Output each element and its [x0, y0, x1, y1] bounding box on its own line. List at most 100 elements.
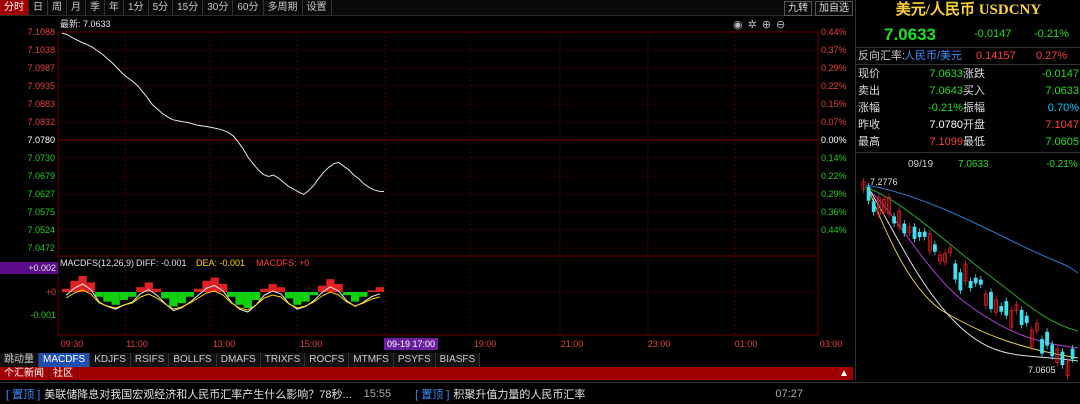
quote-table: 现价 7.0633 涨跌 -0.0147 卖出 7.0643 买入 7.0633 涨幅 -0.21…: [856, 64, 1080, 154]
price-tick-label: 7.0472: [27, 243, 55, 253]
jiuzhuan-button[interactable]: 九转: [784, 1, 812, 16]
time-tick-label: 03:00: [820, 339, 843, 349]
tab-period-10[interactable]: 60分: [233, 0, 264, 15]
pct-tick-label: 0.00%: [821, 135, 847, 145]
candle-body: [953, 263, 958, 280]
tab-period-9[interactable]: 30分: [203, 0, 234, 15]
pct-tick-label: 0.36%: [821, 207, 847, 217]
time-tick-label: 01:00: [735, 339, 758, 349]
macd-bar: [243, 292, 252, 308]
time-tick-label: 21:00: [561, 339, 584, 349]
candle-body: [892, 216, 896, 224]
indicator-tab-9[interactable]: PSYFS: [393, 353, 436, 367]
price-tick-label: 7.0575: [27, 207, 55, 217]
price-tick-label: 7.0832: [27, 117, 55, 127]
indicator-tab-7[interactable]: ROCFS: [305, 353, 350, 367]
quote-value: 7.0605: [1045, 136, 1079, 148]
pin-tag: [ 置顶 ]: [6, 388, 41, 401]
tab-community[interactable]: 社区: [49, 367, 78, 380]
indicator-tab-8[interactable]: MTMFS: [349, 353, 394, 367]
candle-body: [1024, 315, 1029, 324]
indicator-tab-2[interactable]: KDJFS: [90, 353, 131, 367]
tab-period-5[interactable]: 年: [105, 0, 124, 15]
macd-bar: [342, 292, 351, 296]
tab-period-6[interactable]: 1分: [124, 0, 149, 15]
mini-pct: -0.21%: [1046, 159, 1078, 170]
quote-value: 7.0643: [929, 85, 963, 97]
time-tick-label: 11:00: [126, 339, 148, 349]
indicator-tab-10[interactable]: BIASFS: [435, 353, 481, 367]
macd-bar: [326, 279, 335, 292]
quote-label: 昨收: [858, 119, 880, 131]
tab-period-2[interactable]: 周: [48, 0, 67, 15]
indicator-tab-4[interactable]: BOLLFS: [169, 353, 217, 367]
candle-body: [922, 231, 927, 237]
quote-label: 最低: [963, 136, 985, 148]
macd-bar: [276, 287, 285, 292]
candle-body: [1060, 351, 1065, 366]
news-time-1: 15:55: [363, 387, 392, 400]
price-tick-label: 7.0627: [27, 189, 55, 199]
macd-bar: [351, 292, 360, 302]
quote-row: 卖出 7.0643 买入 7.0633: [856, 83, 1080, 100]
time-tick-label: 13:00: [213, 339, 236, 349]
pct-tick-label: 0.44%: [821, 27, 847, 37]
news-item-2[interactable]: 积聚升值力量的人民币汇率: [453, 386, 585, 402]
indicator-tab-3[interactable]: RSIFS: [130, 353, 170, 367]
indicator-tab-6[interactable]: TRIXFS: [260, 353, 306, 367]
price-change: -0.0147: [974, 28, 1012, 40]
candle-body: [1045, 331, 1050, 346]
reverse-pair-link[interactable]: 人民币/美元: [904, 48, 962, 65]
mini-low-label: 7.0605: [1028, 365, 1056, 375]
ma-line-green: [865, 186, 1079, 332]
quote-label: 最高: [858, 136, 880, 148]
pair-title: 美元/人民币 USDCNY: [895, 2, 1042, 18]
pct-tick-label: 0.07%: [821, 117, 847, 127]
tab-period-3[interactable]: 月: [67, 0, 86, 15]
macd-bar: [367, 290, 376, 292]
tab-period-1[interactable]: 日: [29, 0, 48, 15]
news-bar: 个汇新闻 社区 ▲: [0, 367, 853, 380]
tab-period-7[interactable]: 5分: [149, 0, 174, 15]
quote-value: -0.21%: [928, 102, 963, 114]
candle-body: [1040, 339, 1044, 354]
macd-bar: [301, 292, 310, 302]
tab-period-11[interactable]: 多周期: [264, 0, 303, 15]
candle-body: [999, 306, 1004, 312]
collapse-arrow-icon[interactable]: ▲: [835, 367, 853, 380]
candle-body: [866, 186, 871, 201]
candle-body: [1050, 344, 1055, 357]
indicator-tab-5[interactable]: DMAFS: [216, 353, 261, 367]
mini-candle-chart[interactable]: 7.2776 7.0605: [856, 173, 1080, 381]
time-tick-label: 23:00: [648, 339, 671, 349]
quote-row: 昨收 7.0780 开盘 7.1047: [856, 117, 1080, 134]
current-price: 7.0633: [884, 25, 936, 44]
tab-period-12[interactable]: 设置: [303, 0, 332, 15]
price-tick-label: 7.1088: [27, 27, 55, 37]
tab-forex-news[interactable]: 个汇新闻: [0, 367, 49, 380]
indicator-tab-0[interactable]: 跳动量: [0, 353, 39, 367]
intraday-chart[interactable]: 7.1088 7.1038 7.0987 7.0935 7.0883 7.0832 7.07…: [0, 16, 853, 352]
indicator-tabs: 跳动量 MACDFS KDJFS RSIFS BOLLFS DMAFS TRIXFS ROCF…: [0, 353, 853, 367]
candle-body: [912, 226, 917, 239]
reverse-rate-label: 反向汇率:: [858, 50, 906, 62]
tab-period-0[interactable]: 分时: [0, 0, 29, 15]
macd-bar: [251, 292, 261, 300]
time-tick-label: 19:00: [474, 339, 497, 349]
indicator-tab-1[interactable]: MACDFS: [39, 353, 91, 367]
macd-bar: [210, 277, 219, 292]
macd-bar: [185, 292, 195, 297]
quote-label: 涨幅: [858, 102, 880, 114]
pct-tick-label: 0.37%: [821, 45, 847, 55]
chart-frame: [57, 31, 819, 336]
add-watchlist-button[interactable]: 加自选: [815, 1, 853, 16]
candle-body: [1019, 309, 1024, 325]
time-tick-label: 15:00: [300, 339, 323, 349]
candle-body: [1004, 301, 1009, 316]
macd-bar: [169, 292, 178, 307]
tab-period-4[interactable]: 季: [86, 0, 105, 15]
quote-value: 7.0633: [929, 68, 963, 80]
quote-value: -0.0147: [1041, 68, 1079, 80]
tab-period-8[interactable]: 15分: [173, 0, 204, 15]
news-item-1[interactable]: 美联储降息对我国宏观经济和人民币汇率产生什么影响？78秒...: [44, 386, 351, 402]
